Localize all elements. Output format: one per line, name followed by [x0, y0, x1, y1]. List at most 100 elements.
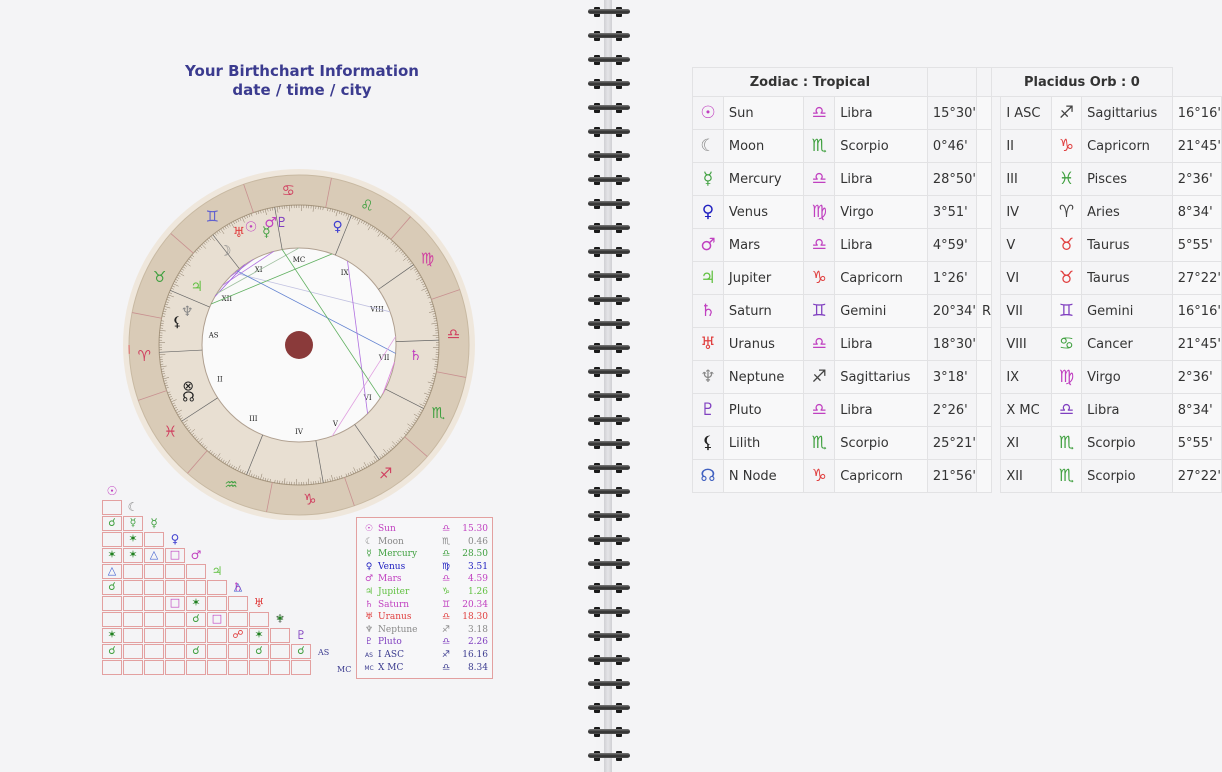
position-row: ♇ Pluto ♎ Libra 2°26' X MC ♎ Libra 8°34': [692, 393, 1222, 427]
house-sign-name-cell: Scorpio: [1081, 459, 1173, 493]
legend-name: Uranus: [378, 612, 412, 623]
legend-degree: 20.34: [462, 599, 488, 610]
planet-glyph-cell: ⚸: [692, 426, 724, 460]
planet-name-cell: N Node: [722, 459, 805, 493]
planet-glyph-cell: ♂: [692, 228, 724, 262]
zodiac-sign-glyph: ♏: [432, 404, 446, 422]
legend-glyph: ♃: [364, 587, 374, 597]
binding-ring: [588, 198, 632, 210]
legend-degree: 16.16: [462, 650, 488, 660]
aspect-cell: [165, 660, 185, 675]
house-degree-cell: 16°16': [1171, 294, 1222, 328]
sign-glyph-cell: ♑: [803, 459, 836, 493]
degree-cell: 18°30': [926, 327, 978, 361]
house-number: III: [249, 415, 258, 423]
aspect-mark: ☌: [108, 644, 116, 657]
house-name-cell: IV: [1000, 195, 1052, 229]
planet-name-cell: Saturn: [722, 294, 805, 328]
aspect-cell: [123, 564, 143, 579]
sign-name-cell: Virgo: [834, 195, 928, 229]
aspect-cell: [144, 564, 164, 579]
zodiac-sign-glyph: ♎: [447, 325, 460, 343]
degree-cell: 20°34': [926, 294, 978, 328]
spacer-cell: [991, 129, 1002, 163]
legend-glyph: ♂: [364, 574, 374, 585]
zodiac-sign-glyph: ♋: [281, 181, 294, 199]
planet-glyph-cell: ☊: [692, 459, 724, 493]
position-row: ☾ Moon ♏ Scorpio 0°46' II ♑ Capricorn 21°45': [692, 129, 1222, 163]
aspect-cell: [144, 580, 164, 595]
planet-glyph-cell: ☿: [692, 162, 724, 196]
legend-glyph: ♆: [364, 624, 374, 635]
page-title: Your Birthchart Information date / time …: [150, 62, 454, 100]
legend-name: Mercury: [378, 549, 418, 560]
spacer-cell: [991, 162, 1002, 196]
aspect-mark: △: [107, 564, 117, 577]
aspect-planet-header: ☿: [150, 516, 158, 530]
zodiac-sign-glyph: ♈: [138, 347, 151, 365]
aspect-planet-header: ♅: [253, 596, 265, 610]
zodiac-sign-glyph: ♉: [153, 268, 166, 286]
spacer-cell: [991, 327, 1002, 361]
position-row: ♃ Jupiter ♑ Capricorn 1°26' VI ♉ Taurus 27°22': [692, 261, 1222, 295]
legend-row: ☾ Moon ♏ 0.46: [362, 537, 490, 548]
spacer-cell: [991, 393, 1002, 427]
legend-sign: ♐: [442, 624, 451, 635]
binding-ring: [588, 726, 632, 738]
degree-cell: 2°26': [926, 393, 978, 427]
legend-degree: 28.50: [462, 549, 488, 560]
planet-name-cell: Venus: [722, 195, 805, 229]
house-sign-name-cell: Cancer: [1081, 327, 1173, 361]
planet-legend: ☉ Sun ♎ 15.30 ☾ Moon ♏ 0.46 ☿ Mercury ♎ 28.50 ♀ Venus…: [356, 517, 493, 679]
sign-name-cell: Gemini: [834, 294, 928, 328]
aspect-cell: [102, 500, 122, 515]
aspect-mc-label: MC: [337, 665, 352, 674]
legend-degree: 3.51: [467, 561, 488, 572]
legend-degree: 0.46: [467, 536, 488, 547]
title-line-2: date / time / city: [232, 81, 372, 99]
spacer-cell: [991, 96, 1002, 130]
house-sign-name-cell: Libra: [1081, 393, 1173, 427]
planet-glyph-cell: ♆: [692, 360, 724, 394]
legend-sign: ♐: [442, 650, 451, 660]
sign-name-cell: Scorpio: [834, 426, 928, 460]
degree-cell: 1°26': [926, 261, 978, 295]
planet-glyph: ☉: [245, 219, 258, 235]
planet-glyph: ♄: [409, 348, 422, 364]
binding-ring: [588, 294, 632, 306]
legend-name: X MC: [378, 662, 404, 673]
aspect-cell: [102, 532, 122, 547]
binding-ring: [588, 78, 632, 90]
binding-ring: [588, 702, 632, 714]
position-row: ☊ N Node ♑ Capricorn 21°56' XII ♏ Scorpio 27°22': [692, 459, 1222, 493]
planet-name-cell: Neptune: [722, 360, 805, 394]
position-row: ♆ Neptune ♐ Sagittarius 3°18' IX ♍ Virgo 2°36': [692, 360, 1222, 394]
house-degree-cell: 21°45': [1171, 129, 1222, 163]
legend-degree: 1.26: [467, 587, 488, 597]
legend-row: ☿ Mercury ♎ 28.50: [362, 549, 490, 560]
legend-row: ♇ Pluto ♎ 2.26: [362, 637, 490, 648]
aspect-cell: [228, 660, 248, 675]
aspect-cell: [144, 660, 164, 675]
aspect-cell: [207, 644, 227, 659]
sign-glyph-cell: ♎: [803, 162, 836, 196]
planet-glyph-cell: ♄: [692, 294, 724, 328]
position-row: ⚸ Lilith ♏ Scorpio 25°21' XI ♏ Scorpio 5°55': [692, 426, 1222, 460]
house-name-cell: III: [1000, 162, 1052, 196]
aspect-planet-header: ☉: [106, 484, 118, 498]
zodiac-header: Zodiac : Tropical: [692, 67, 928, 97]
house-number: VI: [363, 394, 372, 402]
degree-cell: 21°56': [926, 459, 978, 493]
legend-name: Pluto: [378, 637, 402, 648]
binding-ring: [588, 318, 632, 330]
house-sign-glyph-cell: ♓: [1050, 162, 1083, 196]
legend-glyph: ♀: [365, 561, 373, 572]
binding-ring: [588, 678, 632, 690]
aspect-cell: [186, 660, 206, 675]
aspect-mark: ☌: [192, 612, 200, 625]
legend-sign: ♑: [442, 587, 451, 597]
legend-sign: ♎: [442, 662, 451, 673]
retrograde-cell: [976, 162, 993, 196]
legend-sign: ♍: [442, 561, 451, 572]
aspect-mark: △: [149, 548, 159, 561]
